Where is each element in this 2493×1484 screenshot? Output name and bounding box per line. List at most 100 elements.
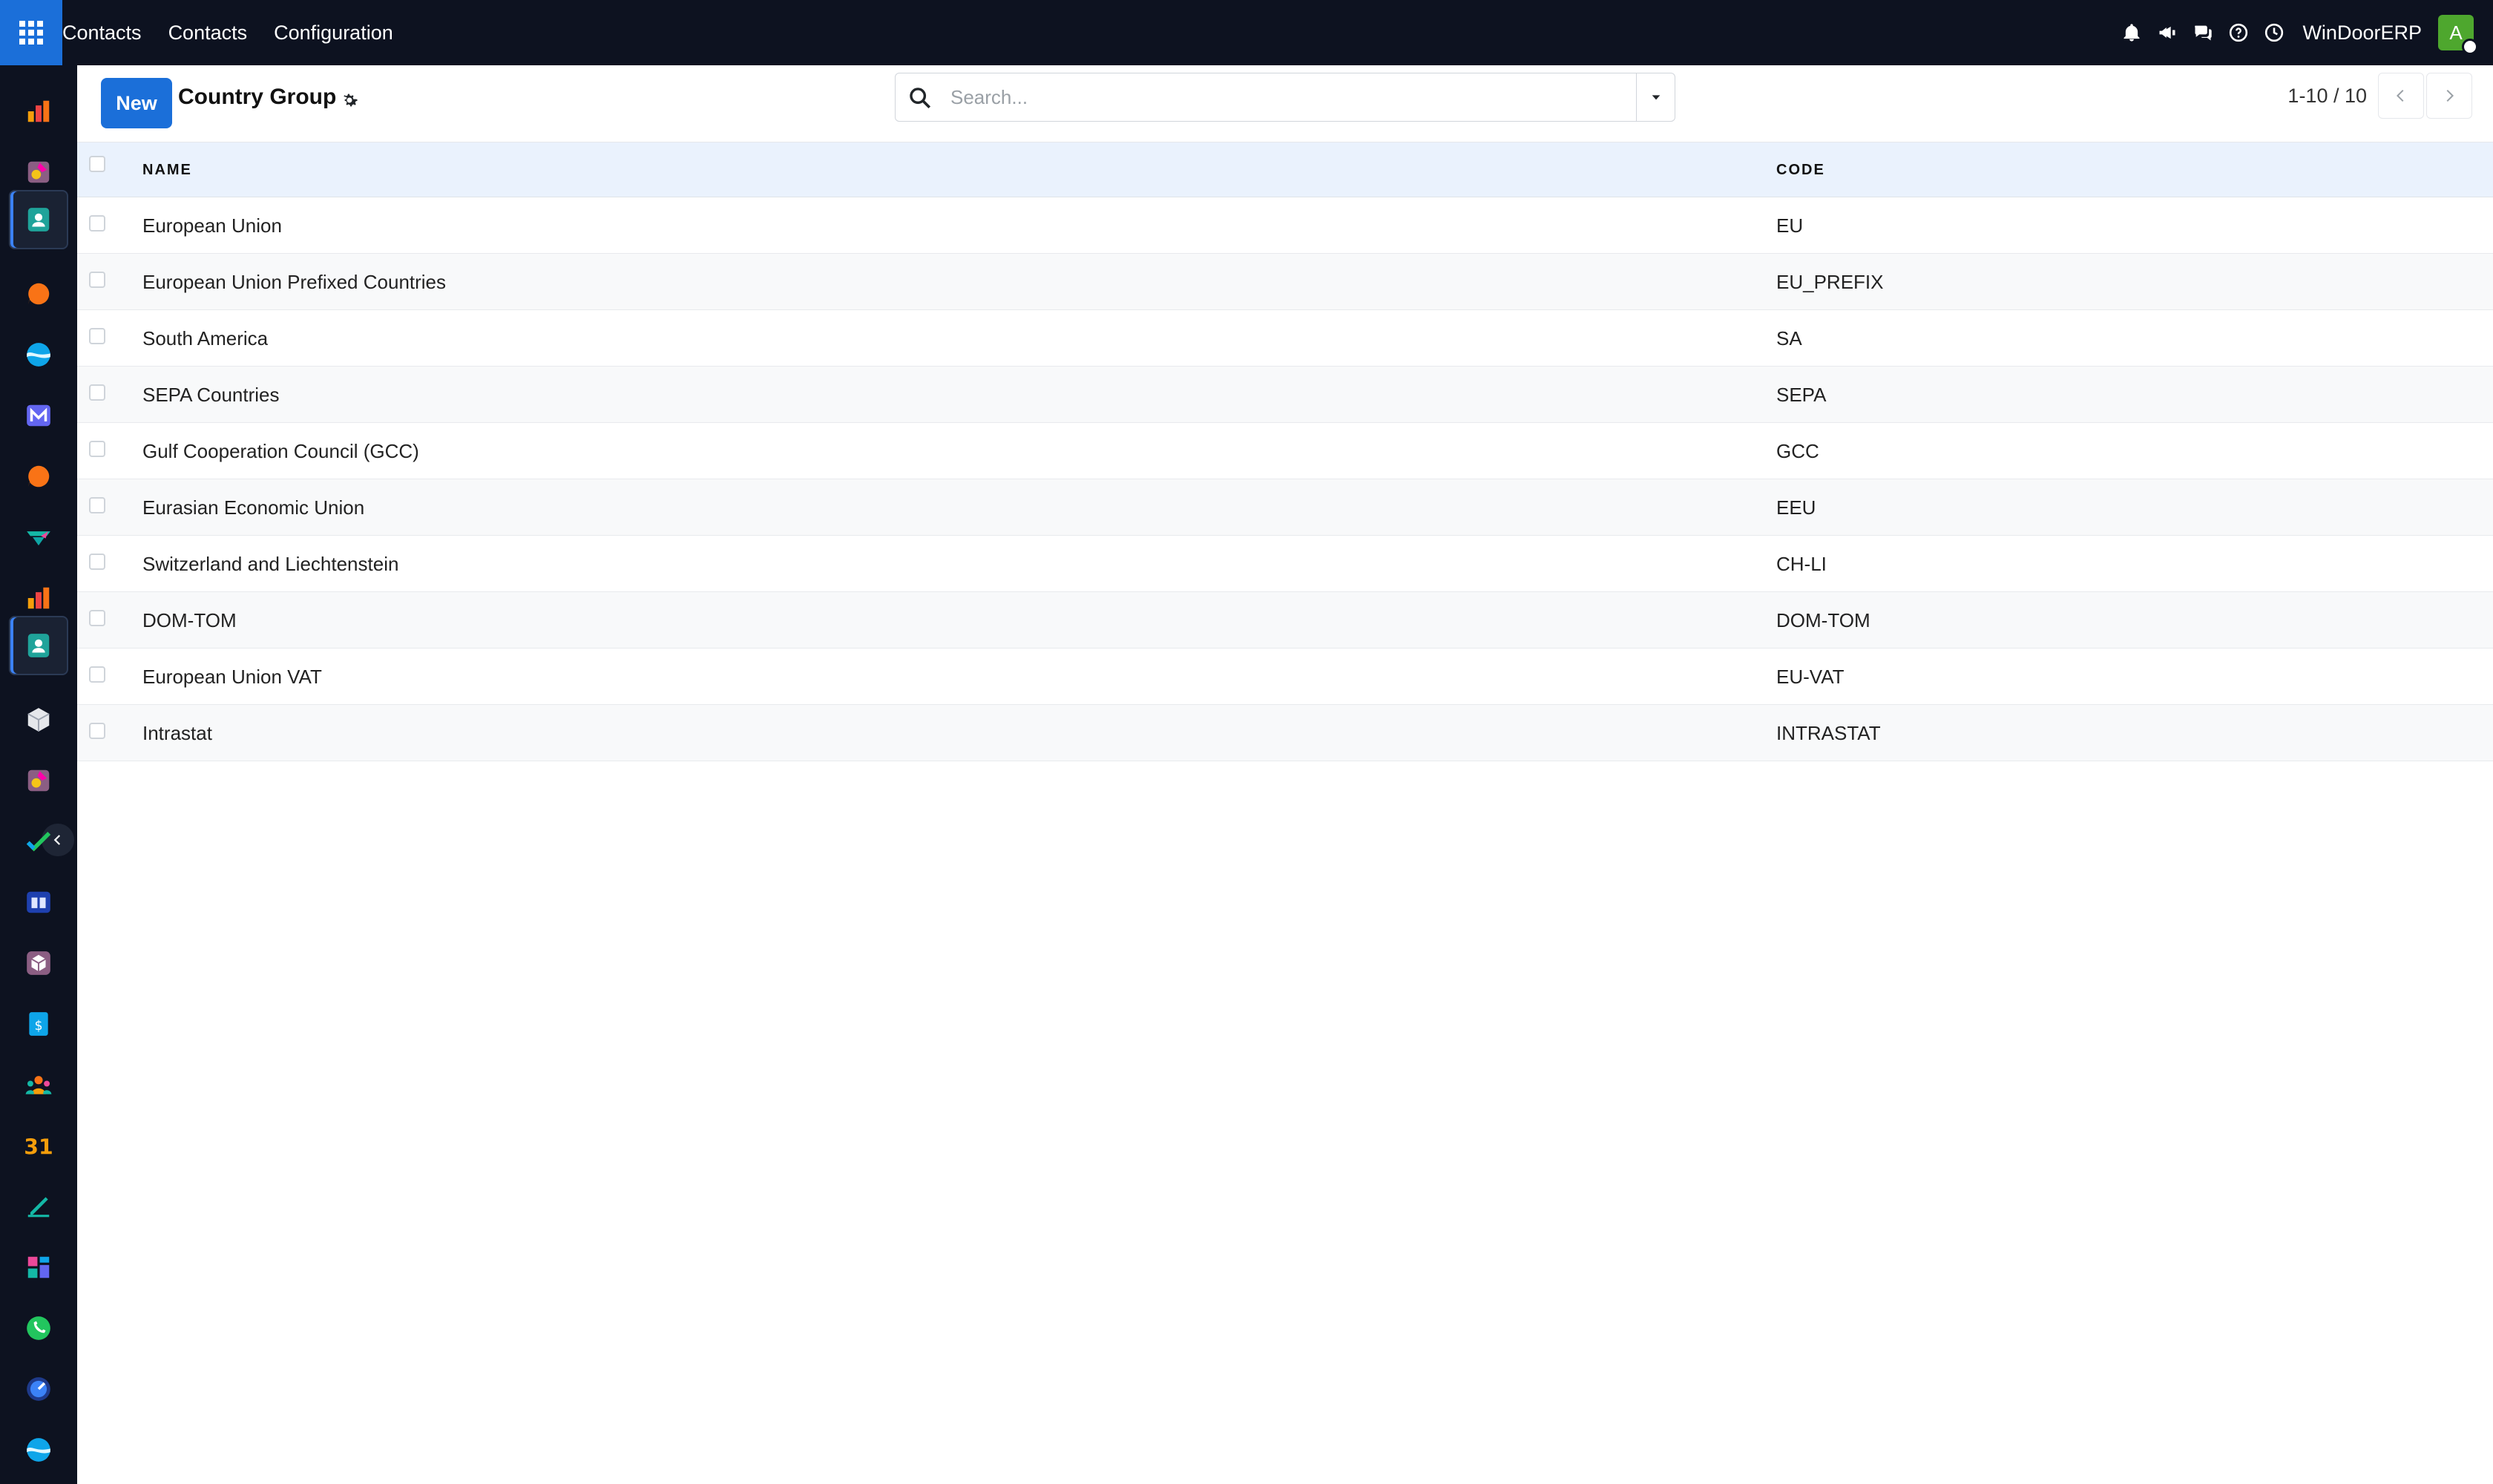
- table-row[interactable]: DOM-TOM DOM-TOM: [77, 592, 2493, 649]
- megaphone-icon[interactable]: [2149, 15, 2185, 50]
- chevron-right-icon: [2446, 89, 2454, 102]
- chevron-left-icon: [2396, 89, 2404, 102]
- avatar-initial: A: [2449, 21, 2463, 44]
- help-icon[interactable]: [2221, 15, 2256, 50]
- table-header: NAME CODE: [77, 142, 2493, 197]
- company-switcher[interactable]: WinDoorERP: [2302, 22, 2422, 45]
- cell-code: EU: [1776, 214, 1804, 237]
- cell-code: SA: [1776, 327, 1802, 349]
- row-checkbox[interactable]: [89, 384, 105, 401]
- row-checkbox[interactable]: [89, 554, 105, 570]
- chat-icon[interactable]: [2185, 15, 2221, 50]
- inventory-app-icon[interactable]: [9, 690, 68, 749]
- cell-name: DOM-TOM: [142, 609, 237, 631]
- table-row[interactable]: European Union VAT EU-VAT: [77, 649, 2493, 705]
- bell-icon[interactable]: [2114, 15, 2149, 50]
- svg-text:31: 31: [24, 1135, 53, 1160]
- project-app-icon[interactable]: [9, 812, 68, 871]
- gear-icon[interactable]: [337, 88, 362, 113]
- main-menu: Contacts Contacts Configuration: [62, 0, 407, 65]
- app-brand[interactable]: Contacts: [62, 22, 155, 45]
- menu-contacts[interactable]: Contacts: [155, 22, 261, 45]
- dashboards-app-icon[interactable]: [9, 1238, 68, 1297]
- search-icon: [907, 85, 933, 111]
- search-bar: [895, 73, 1675, 122]
- search-input[interactable]: [950, 73, 1618, 121]
- invoicing-app-icon[interactable]: $: [9, 994, 68, 1054]
- calendar-app-icon[interactable]: 31: [9, 1116, 68, 1175]
- control-panel: New Country Group 1-10 / 10: [77, 65, 2493, 142]
- planning-app-icon[interactable]: [9, 508, 68, 567]
- row-checkbox[interactable]: [89, 723, 105, 739]
- select-all-checkbox[interactable]: [89, 156, 105, 172]
- cell-code: GCC: [1776, 440, 1819, 462]
- cell-name: SEPA Countries: [142, 384, 280, 406]
- presence-status-icon: [2462, 39, 2478, 55]
- cell-name: European Union VAT: [142, 666, 322, 688]
- cell-name: Eurasian Economic Union: [142, 496, 365, 519]
- app-sidebar: $ 31: [0, 65, 77, 1484]
- time-off-app-icon[interactable]: [9, 1359, 68, 1419]
- sales-app-icon[interactable]: [9, 82, 68, 141]
- table-row[interactable]: Eurasian Economic Union EEU: [77, 479, 2493, 536]
- livechat-app-icon[interactable]: [9, 447, 68, 506]
- cell-code: EU_PREFIX: [1776, 271, 1884, 293]
- column-header-name[interactable]: NAME: [142, 142, 192, 197]
- cell-name: European Union: [142, 214, 282, 237]
- app-menu-button[interactable]: [0, 0, 62, 65]
- menu-configuration[interactable]: Configuration: [260, 22, 407, 45]
- cell-code: EEU: [1776, 496, 1816, 519]
- pager-next-button[interactable]: [2426, 73, 2472, 119]
- country-group-list: NAME CODE European Union EU European Uni…: [77, 142, 2493, 761]
- cell-code: DOM-TOM: [1776, 609, 1870, 631]
- cell-name: Switzerland and Liechtenstein: [142, 553, 399, 575]
- page-title: Country Group: [178, 85, 337, 109]
- clock-icon[interactable]: [2256, 15, 2292, 50]
- new-button[interactable]: New: [101, 78, 172, 128]
- table-row[interactable]: Gulf Cooperation Council (GCC) GCC: [77, 423, 2493, 479]
- row-checkbox[interactable]: [89, 610, 105, 626]
- table-row[interactable]: Switzerland and Liechtenstein CH-LI: [77, 536, 2493, 592]
- table-row[interactable]: European Union Prefixed Countries EU_PRE…: [77, 254, 2493, 310]
- table-row[interactable]: SEPA Countries SEPA: [77, 367, 2493, 423]
- package-app-icon[interactable]: [9, 933, 68, 993]
- svg-text:$: $: [34, 1019, 42, 1034]
- pager-value[interactable]: 1-10 / 10: [2287, 85, 2367, 108]
- caret-down-icon: [1652, 95, 1660, 100]
- mail-app-icon[interactable]: [9, 386, 68, 445]
- contacts-app-2-icon[interactable]: [9, 616, 68, 675]
- row-checkbox[interactable]: [89, 215, 105, 232]
- contacts-app-icon[interactable]: [9, 190, 68, 249]
- sign-app-icon[interactable]: [9, 1177, 68, 1236]
- user-avatar[interactable]: A: [2438, 15, 2478, 55]
- systray: WinDoorERP A: [2114, 0, 2493, 65]
- website-app-2-icon[interactable]: [9, 1420, 68, 1480]
- row-checkbox[interactable]: [89, 272, 105, 288]
- row-checkbox[interactable]: [89, 328, 105, 344]
- row-checkbox[interactable]: [89, 441, 105, 457]
- column-header-code[interactable]: CODE: [1776, 142, 1825, 197]
- grid-icon: [19, 21, 43, 45]
- cell-code: INTRASTAT: [1776, 722, 1881, 744]
- employees-app-icon[interactable]: [9, 1055, 68, 1114]
- whatsapp-app-icon[interactable]: [9, 1298, 68, 1358]
- cell-name: European Union Prefixed Countries: [142, 271, 447, 293]
- row-checkbox[interactable]: [89, 497, 105, 513]
- paint-app-2-icon[interactable]: [9, 751, 68, 810]
- cell-name: Gulf Cooperation Council (GCC): [142, 440, 419, 462]
- cell-code: SEPA: [1776, 384, 1827, 406]
- pager-previous-button[interactable]: [2378, 73, 2424, 119]
- row-checkbox[interactable]: [89, 666, 105, 683]
- search-options-toggle[interactable]: [1636, 73, 1675, 121]
- cell-name: Intrastat: [142, 722, 212, 744]
- discuss-app-icon[interactable]: [9, 264, 68, 324]
- cell-name: South America: [142, 327, 269, 349]
- top-navbar: Contacts Contacts Configuration WinDoorE…: [0, 0, 2493, 65]
- table-row[interactable]: European Union EU: [77, 197, 2493, 254]
- cell-code: CH-LI: [1776, 553, 1827, 575]
- knowledge-app-icon[interactable]: [9, 873, 68, 932]
- table-row[interactable]: Intrastat INTRASTAT: [77, 705, 2493, 761]
- table-row[interactable]: South America SA: [77, 310, 2493, 367]
- cell-code: EU-VAT: [1776, 666, 1845, 688]
- website-app-icon[interactable]: [9, 325, 68, 384]
